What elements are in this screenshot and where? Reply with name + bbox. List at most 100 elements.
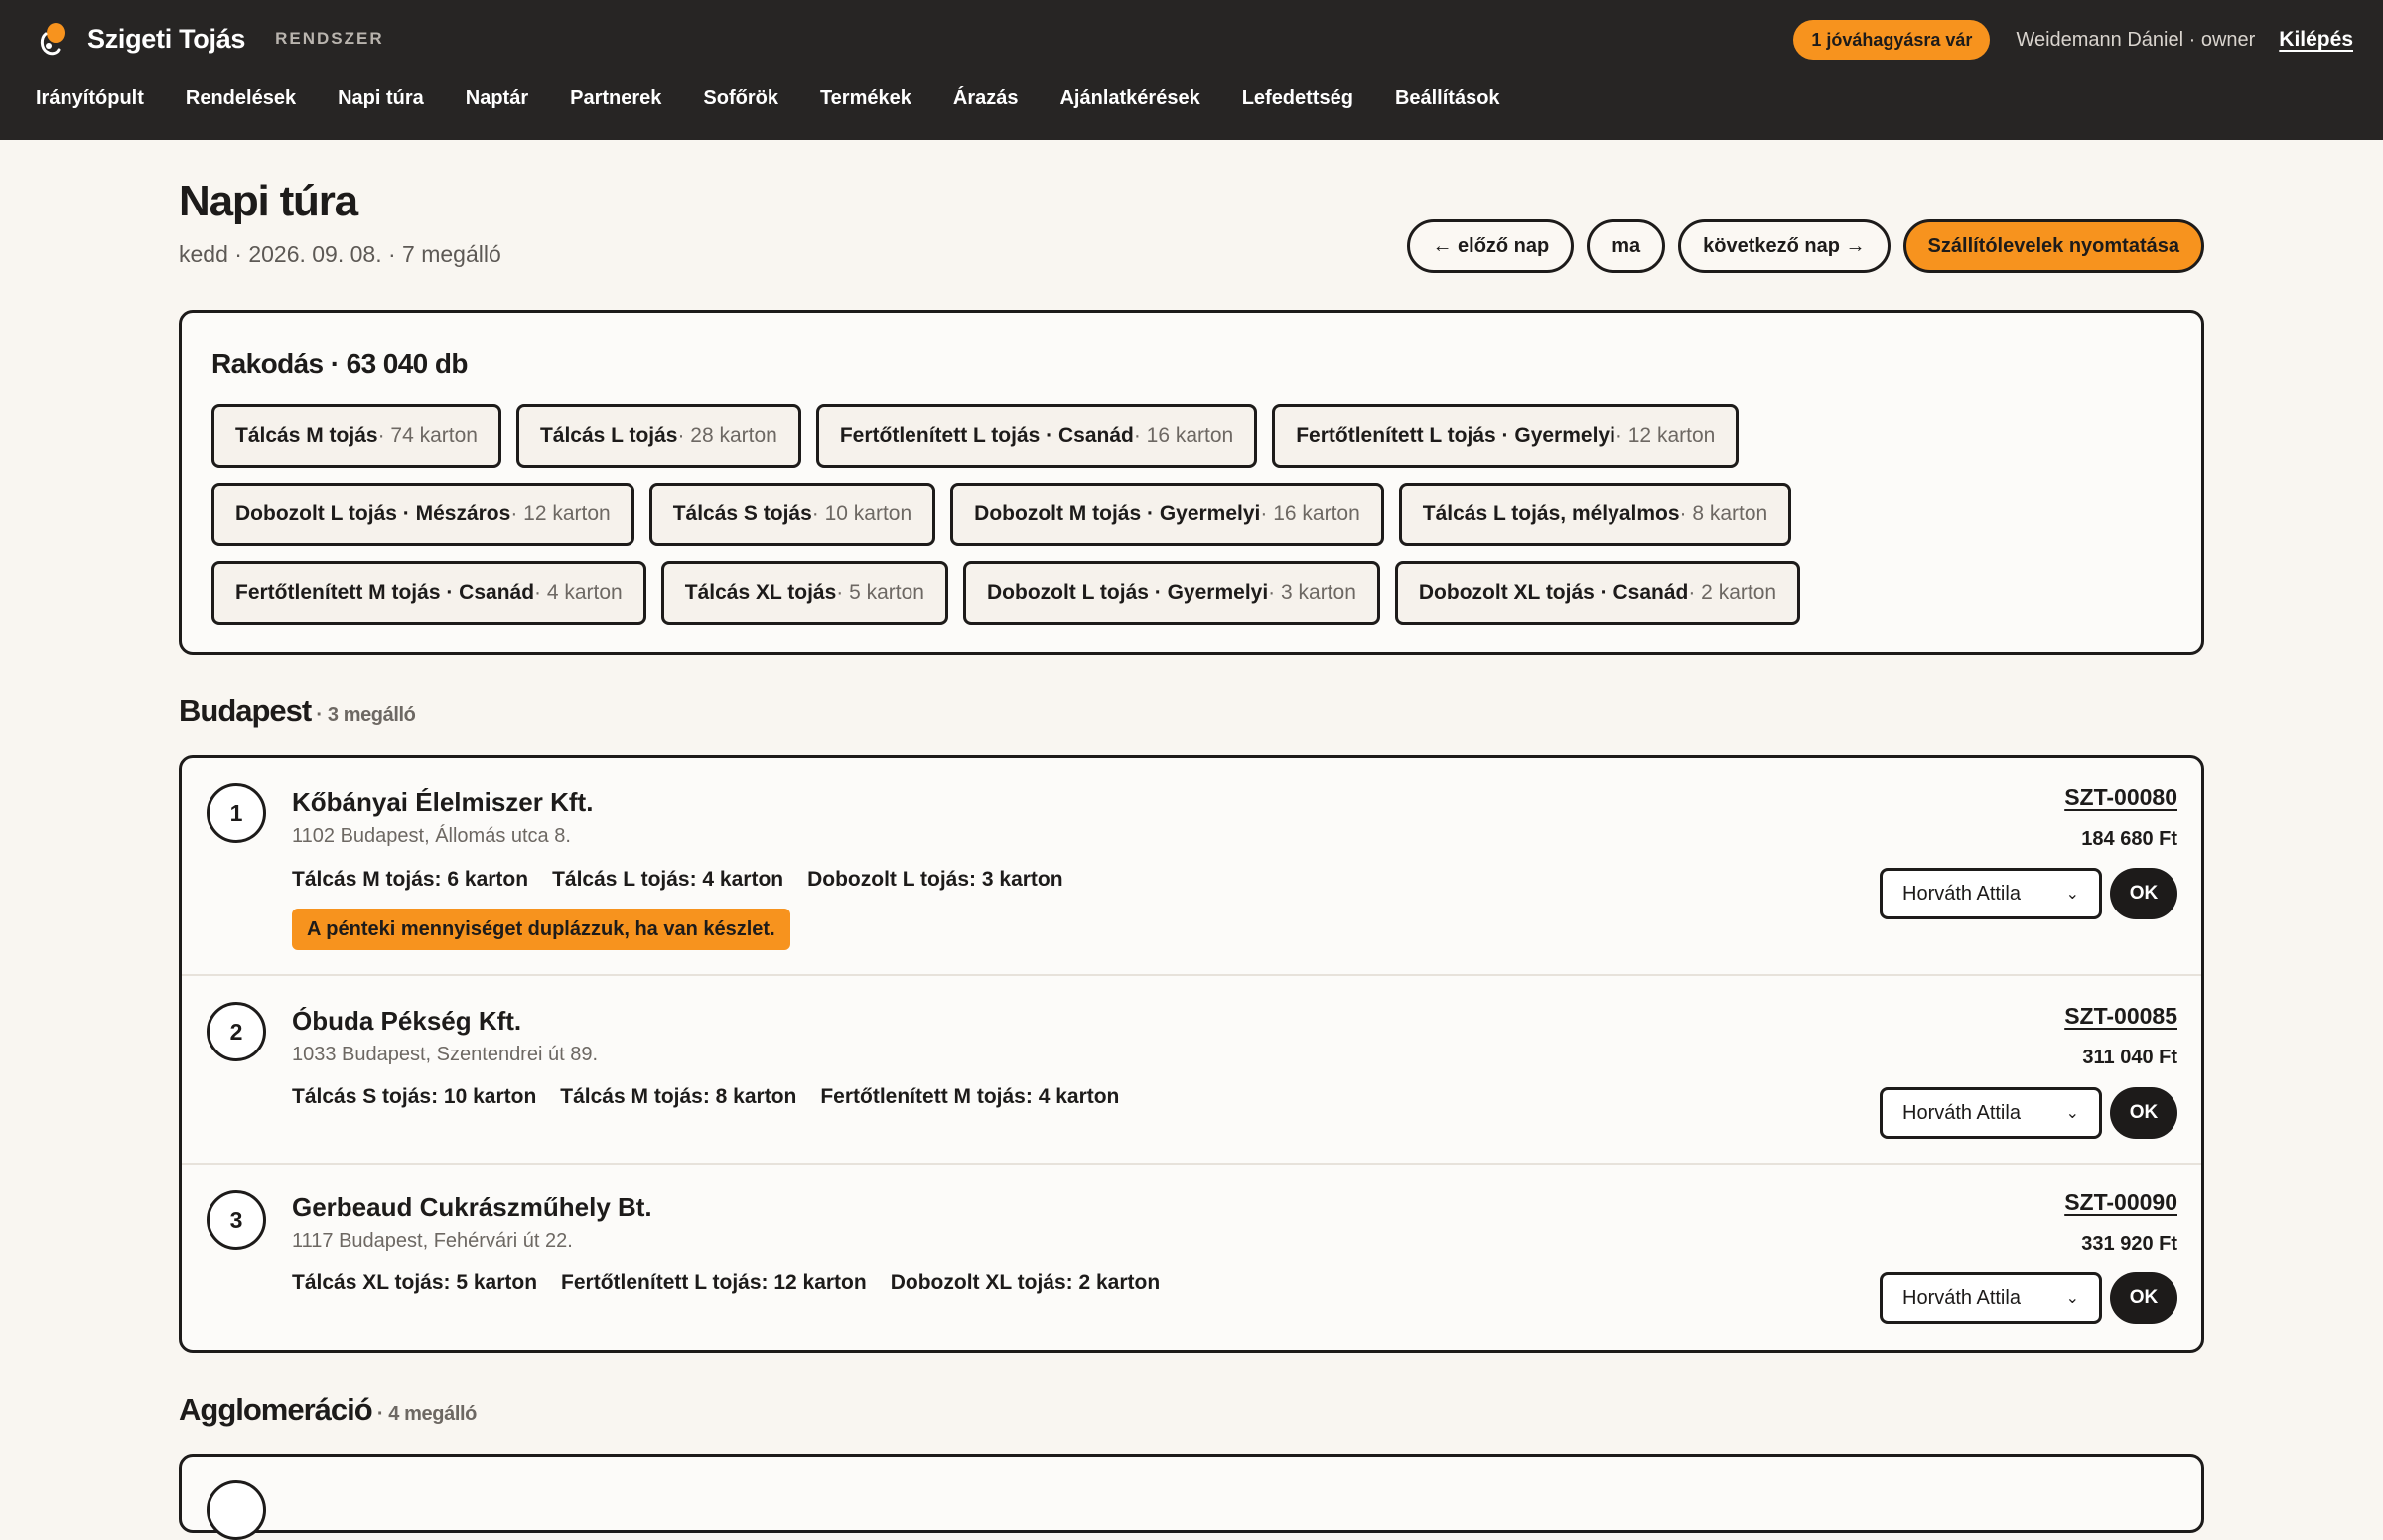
ok-button[interactable]: OK [2110, 868, 2177, 919]
nav-item-napi-tura[interactable]: Napi túra [338, 87, 424, 110]
chip-product: Dobozolt L tojás · Gyermelyi [987, 581, 1269, 604]
section-stop-count: · 4 megálló [371, 1403, 477, 1425]
stop-item: Tálcás XL tojás: 5 karton [292, 1271, 538, 1294]
chip-quantity: · 3 karton [1268, 581, 1356, 604]
today-button[interactable]: ma [1587, 219, 1666, 273]
brand[interactable]: Szigeti Tojás RENDSZER [38, 20, 384, 58]
ok-button[interactable]: OK [2110, 1272, 2177, 1324]
loading-chip: Dobozolt L tojás · Mészáros · 12 karton [211, 483, 634, 546]
chip-product: Tálcás M tojás [235, 424, 378, 447]
section-title-agglomeracio: Agglomeráció · 4 megálló [179, 1392, 477, 1428]
next-day-button[interactable]: következő nap → [1678, 219, 1891, 273]
order-id-link[interactable]: SZT-00085 [2064, 1003, 2177, 1030]
chip-product: Dobozolt M tojás · Gyermelyi [974, 502, 1261, 525]
day-navigation: ← előző nap ma következő nap → Szállítól… [1407, 219, 2204, 273]
chip-product: Tálcás XL tojás [684, 581, 837, 604]
nav-item-naptar[interactable]: Naptár [466, 87, 528, 110]
stop-item: Tálcás S tojás: 10 karton [292, 1085, 537, 1108]
nav-item-beallitasok[interactable]: Beállítások [1395, 87, 1500, 110]
partner-name: Kőbányai Élelmiszer Kft. [292, 787, 594, 817]
section-stop-count: · 3 megálló [311, 704, 416, 726]
ok-button[interactable]: OK [2110, 1087, 2177, 1139]
order-id-link[interactable]: SZT-00090 [2064, 1190, 2177, 1216]
chip-row: Tálcás M tojás · 74 karton Tálcás L tojá… [211, 404, 1800, 468]
chip-quantity: · 12 karton [510, 502, 611, 525]
chip-product: Tálcás S tojás [672, 502, 812, 525]
order-id-link[interactable]: SZT-00080 [2064, 784, 2177, 811]
loading-summary-card: Rakodás · 63 040 db Tálcás M tojás · 74 … [179, 310, 2204, 655]
order-total: 184 680 Ft [2081, 828, 2177, 850]
chip-quantity: · 2 karton [1688, 581, 1777, 604]
chip-product: Dobozolt L tojás · Mészáros [235, 502, 511, 525]
stop-number [207, 1480, 266, 1540]
logout-link[interactable]: Kilépés [2279, 28, 2353, 52]
chevron-down-icon: ⌄ [2065, 886, 2079, 903]
chip-quantity: · 5 karton [836, 581, 924, 604]
loading-chip: Fertőtlenített L tojás · Gyermelyi · 12 … [1272, 404, 1740, 468]
chip-quantity: · 28 karton [677, 424, 777, 447]
chip-product: Fertőtlenített L tojás · Csanád [839, 424, 1134, 447]
stop-item: Tálcás M tojás: 8 karton [560, 1085, 797, 1108]
driver-select-value: Horváth Attila [1902, 882, 2021, 905]
chip-product: Tálcás L tojás, mélyalmos [1422, 502, 1680, 525]
driver-select[interactable]: Horváth Attila ⌄ [1880, 1087, 2102, 1139]
prev-day-button[interactable]: ← előző nap [1407, 219, 1575, 273]
loading-chip: Dobozolt XL tojás · Csanád · 2 karton [1394, 561, 1801, 625]
section-title-budapest: Budapest · 3 megálló [179, 693, 416, 729]
section-name: Budapest [179, 693, 312, 728]
stop-card-agglomeracio [179, 1454, 2204, 1540]
chip-quantity: · 12 karton [1614, 424, 1716, 447]
stop-item: Tálcás M tojás: 6 karton [292, 868, 529, 891]
loading-chip: Dobozolt M tojás · Gyermelyi · 16 karton [950, 483, 1384, 546]
stop-number: 1 [207, 783, 266, 843]
nav-item-iranyitopult[interactable]: Irányítópult [36, 87, 144, 110]
chip-row: Dobozolt L tojás · Mészáros · 12 karton … [211, 483, 1800, 546]
nav-item-rendelesek[interactable]: Rendelések [186, 87, 296, 110]
nav-item-partnerek[interactable]: Partnerek [570, 87, 661, 110]
nav-item-termekek[interactable]: Termékek [820, 87, 911, 110]
order-note: A pénteki mennyiséget duplázzuk, ha van … [292, 909, 790, 950]
stop-row: 2 Óbuda Pékség Kft. 1033 Budapest, Szent… [182, 976, 2201, 1165]
user-label: Weidemann Dániel · owner [2016, 28, 2256, 51]
nav-item-lefedettseg[interactable]: Lefedettség [1242, 87, 1353, 110]
chevron-down-icon: ⌄ [2065, 1290, 2079, 1307]
loading-chip: Tálcás XL tojás · 5 karton [660, 561, 948, 625]
stop-item: Tálcás L tojás: 4 karton [552, 868, 784, 891]
chip-quantity: · 74 karton [377, 424, 478, 447]
nav-item-arazas[interactable]: Árazás [953, 87, 1019, 110]
driver-select[interactable]: Horváth Attila ⌄ [1880, 1272, 2102, 1324]
chip-quantity: · 4 karton [534, 581, 623, 604]
chevron-down-icon: ⌄ [2065, 1105, 2079, 1122]
print-delivery-notes-button[interactable]: Szállítólevelek nyomtatása [1902, 219, 2204, 273]
stop-card-budapest: 1 Kőbányai Élelmiszer Kft. 1102 Budapest… [179, 755, 2204, 1353]
section-name: Agglomeráció [179, 1392, 373, 1427]
page-title: Napi túra [179, 177, 358, 225]
stop-item: Dobozolt XL tojás: 2 karton [890, 1271, 1161, 1294]
chip-quantity: · 8 karton [1679, 502, 1768, 525]
partner-address: 1117 Budapest, Fehérvári út 22. [292, 1230, 573, 1252]
loading-chip: Tálcás L tojás · 28 karton [515, 404, 801, 468]
chip-product: Tálcás L tojás [539, 424, 678, 447]
stop-items: Tálcás M tojás: 6 karton Tálcás L tojás:… [292, 868, 1063, 892]
chip-quantity: · 10 karton [811, 502, 912, 525]
stop-row: 3 Gerbeaud Cukrászműhely Bt. 1117 Budape… [182, 1165, 2201, 1350]
loading-chip: Tálcás L tojás, mélyalmos · 8 karton [1398, 483, 1792, 546]
top-bar: Szigeti Tojás RENDSZER 1 jóváhagyásra vá… [0, 0, 2383, 140]
stop-item: Dobozolt L tojás: 3 karton [807, 868, 1063, 891]
stop-item: Fertőtlenített M tojás: 4 karton [820, 1085, 1120, 1108]
loading-chip: Fertőtlenített M tojás · Csanád · 4 kart… [211, 561, 646, 625]
pending-approval-badge[interactable]: 1 jóváhagyásra vár [1793, 20, 1991, 60]
driver-select[interactable]: Horváth Attila ⌄ [1880, 868, 2102, 919]
nav-item-ajanlatkeresek[interactable]: Ajánlatkérések [1059, 87, 1199, 110]
loading-chip: Fertőtlenített L tojás · Csanád · 16 kar… [815, 404, 1258, 468]
loading-chip: Tálcás S tojás · 10 karton [648, 483, 936, 546]
stop-row: 1 Kőbányai Élelmiszer Kft. 1102 Budapest… [182, 758, 2201, 976]
partner-address: 1102 Budapest, Állomás utca 8. [292, 825, 571, 847]
page-subtitle: kedd · 2026. 09. 08. · 7 megálló [179, 241, 501, 267]
loading-chip: Tálcás M tojás · 74 karton [211, 404, 501, 468]
driver-select-value: Horváth Attila [1902, 1101, 2021, 1124]
brand-name: Szigeti Tojás [87, 23, 246, 54]
partner-address: 1033 Budapest, Szentendrei út 89. [292, 1044, 599, 1065]
chip-quantity: · 16 karton [1133, 424, 1234, 447]
nav-item-soforok[interactable]: Sofőrök [703, 87, 778, 110]
